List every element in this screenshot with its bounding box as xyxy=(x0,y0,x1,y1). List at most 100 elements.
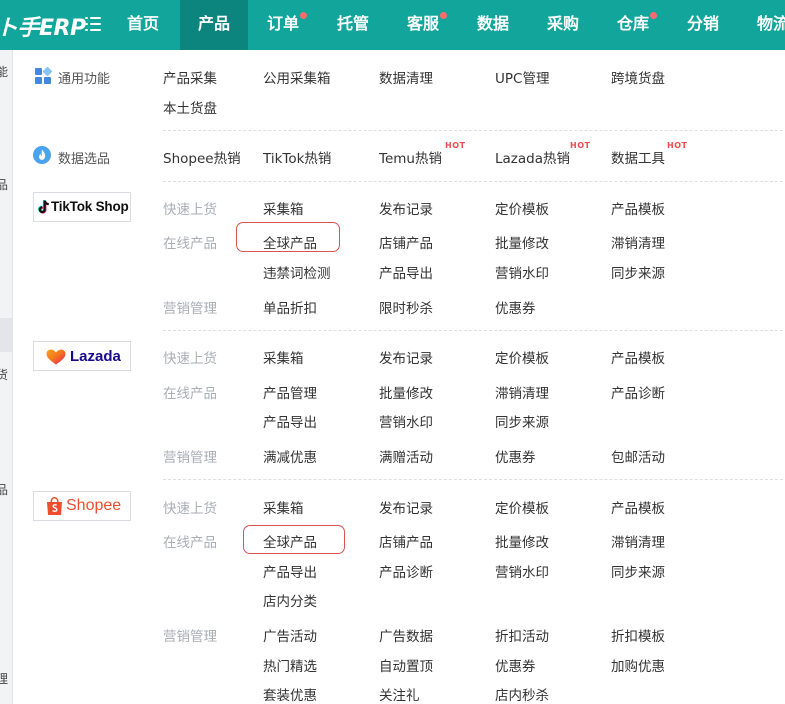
link-upc-management[interactable]: UPC管理 xyxy=(495,67,549,87)
link-slow-stock-cleanup[interactable]: 滞销清理 xyxy=(495,382,549,402)
link-product-export[interactable]: 产品导出 xyxy=(263,561,317,581)
group-label-quick: 快速上货 xyxy=(163,202,217,218)
sidebar-fragment[interactable]: 品 xyxy=(0,176,8,193)
link-pricing-template[interactable]: 定价模板 xyxy=(495,347,549,367)
link-product-management[interactable]: 产品管理 xyxy=(263,382,317,402)
group-label-quick: 快速上货 xyxy=(163,501,217,517)
link-batch-edit[interactable]: 批量修改 xyxy=(495,232,549,252)
group-label-marketing: 营销管理 xyxy=(163,301,217,317)
products-mega-menu: 通用功能 产品采集 公用采集箱 数据清理 UPC管理 跨境货盘 本土货盘 数据选… xyxy=(13,50,785,704)
link-product-template[interactable]: 产品模板 xyxy=(611,198,665,218)
section-title-data-select: 数据选品 xyxy=(58,152,111,167)
link-slow-stock-cleanup[interactable]: 滞销清理 xyxy=(611,531,665,551)
lazada-brand: Lazada xyxy=(33,341,131,371)
group-label-quick: 快速上货 xyxy=(163,351,217,367)
link-product-diagnosis[interactable]: 产品诊断 xyxy=(379,561,433,581)
nav-item-warehouse[interactable]: 仓库 xyxy=(602,0,664,50)
link-product-export[interactable]: 产品导出 xyxy=(379,262,433,282)
link-product-diagnosis[interactable]: 产品诊断 xyxy=(611,382,665,402)
app-logo[interactable]: ト手ERP xyxy=(0,10,86,42)
notification-dot xyxy=(300,12,307,19)
nav-item-customer-service[interactable]: 客服 xyxy=(392,0,454,50)
hot-badge: HOT xyxy=(667,141,688,150)
link-local-pallet[interactable]: 本土货盘 xyxy=(163,97,217,117)
link-public-collect-box[interactable]: 公用采集箱 xyxy=(263,67,331,87)
link-pricing-template[interactable]: 定价模板 xyxy=(495,198,549,218)
link-publish-records[interactable]: 发布记录 xyxy=(379,198,433,218)
link-slow-stock-cleanup[interactable]: 滞销清理 xyxy=(611,232,665,252)
link-collect-box[interactable]: 采集箱 xyxy=(263,198,304,218)
link-product-export[interactable]: 产品导出 xyxy=(263,411,317,431)
link-marketing-watermark[interactable]: 营销水印 xyxy=(495,561,549,581)
link-tiktok-hot[interactable]: TikTok热销 xyxy=(263,147,331,167)
link-product-collect[interactable]: 产品采集 xyxy=(163,67,217,87)
sidebar-fragment[interactable]: 品 xyxy=(0,481,8,498)
link-add-on-deal[interactable]: 加购优惠 xyxy=(611,655,665,675)
link-global-products[interactable]: 全球产品 xyxy=(263,232,317,252)
sidebar-fragment[interactable]: 能 xyxy=(0,63,8,80)
section-divider xyxy=(163,130,785,131)
link-publish-records[interactable]: 发布记录 xyxy=(379,347,433,367)
link-global-products[interactable]: 全球产品 xyxy=(263,531,317,551)
link-data-tools[interactable]: 数据工具 xyxy=(611,147,665,167)
link-ad-data[interactable]: 广告数据 xyxy=(379,625,433,645)
sidebar-fragment[interactable]: 货 xyxy=(0,366,8,383)
nav-item-home[interactable]: 首页 xyxy=(112,0,174,50)
nav-item-distribution[interactable]: 分销 xyxy=(672,0,734,50)
link-cross-border-pallet[interactable]: 跨境货盘 xyxy=(611,67,665,87)
link-publish-records[interactable]: 发布记录 xyxy=(379,497,433,517)
nav-item-purchase[interactable]: 采购 xyxy=(532,0,594,50)
link-sync-source[interactable]: 同步来源 xyxy=(611,262,665,282)
link-shop-flash-sale[interactable]: 店内秒杀 xyxy=(495,684,549,704)
menu-toggle-icon[interactable] xyxy=(85,16,101,32)
link-sync-source[interactable]: 同步来源 xyxy=(495,411,549,431)
link-store-products[interactable]: 店铺产品 xyxy=(379,232,433,252)
link-single-discount[interactable]: 单品折扣 xyxy=(263,297,317,317)
link-discount-campaigns[interactable]: 折扣活动 xyxy=(495,625,549,645)
link-pricing-template[interactable]: 定价模板 xyxy=(495,497,549,517)
hot-badge: HOT xyxy=(445,141,466,150)
link-shopee-hot[interactable]: Shopee热销 xyxy=(163,147,241,167)
link-batch-edit[interactable]: 批量修改 xyxy=(495,531,549,551)
link-sync-source[interactable]: 同步来源 xyxy=(611,561,665,581)
nav-item-logistics[interactable]: 物流 xyxy=(742,0,785,50)
link-store-products[interactable]: 店铺产品 xyxy=(379,531,433,551)
link-banned-word-check[interactable]: 违禁词检测 xyxy=(263,262,331,282)
link-spend-discount[interactable]: 满减优惠 xyxy=(263,446,317,466)
nav-item-data[interactable]: 数据 xyxy=(462,0,524,50)
link-collect-box[interactable]: 采集箱 xyxy=(263,497,304,517)
notification-dot xyxy=(440,12,447,19)
link-batch-edit[interactable]: 批量修改 xyxy=(379,382,433,402)
link-bundle-deal[interactable]: 套装优惠 xyxy=(263,684,317,704)
nav-item-hosting[interactable]: 托管 xyxy=(322,0,384,50)
nav-item-products[interactable]: 产品 xyxy=(180,0,248,50)
link-marketing-watermark[interactable]: 营销水印 xyxy=(495,262,549,282)
link-product-template[interactable]: 产品模板 xyxy=(611,347,665,367)
group-label-marketing: 营销管理 xyxy=(163,450,217,466)
link-store-categories[interactable]: 店内分类 xyxy=(263,590,317,610)
lazada-heart-icon xyxy=(46,349,66,365)
tiktok-shop-brand: TikTok Shop xyxy=(33,192,131,222)
link-auto-bump[interactable]: 自动置顶 xyxy=(379,655,433,675)
link-data-cleanup[interactable]: 数据清理 xyxy=(379,67,433,87)
sidebar-fragment[interactable]: 理 xyxy=(0,670,8,687)
link-ad-campaigns[interactable]: 广告活动 xyxy=(263,625,317,645)
link-marketing-watermark[interactable]: 营销水印 xyxy=(379,411,433,431)
grid-icon xyxy=(35,67,52,84)
link-collect-box[interactable]: 采集箱 xyxy=(263,347,304,367)
link-product-template[interactable]: 产品模板 xyxy=(611,497,665,517)
link-free-shipping[interactable]: 包邮活动 xyxy=(611,446,665,466)
link-follow-prize[interactable]: 关注礼 xyxy=(379,684,420,704)
nav-item-orders[interactable]: 订单 xyxy=(252,0,314,50)
link-coupon[interactable]: 优惠券 xyxy=(495,655,536,675)
link-top-picks[interactable]: 热门精选 xyxy=(263,655,317,675)
tiktok-note-icon xyxy=(38,200,49,214)
link-coupon[interactable]: 优惠券 xyxy=(495,297,536,317)
link-spend-gift[interactable]: 满赠活动 xyxy=(379,446,433,466)
link-flash-sale[interactable]: 限时秒杀 xyxy=(379,297,433,317)
link-temu-hot[interactable]: Temu热销 xyxy=(379,147,442,167)
link-coupon[interactable]: 优惠券 xyxy=(495,446,536,466)
link-lazada-hot[interactable]: Lazada热销 xyxy=(495,147,570,167)
link-discount-template[interactable]: 折扣模板 xyxy=(611,625,665,645)
notification-dot xyxy=(650,12,657,19)
